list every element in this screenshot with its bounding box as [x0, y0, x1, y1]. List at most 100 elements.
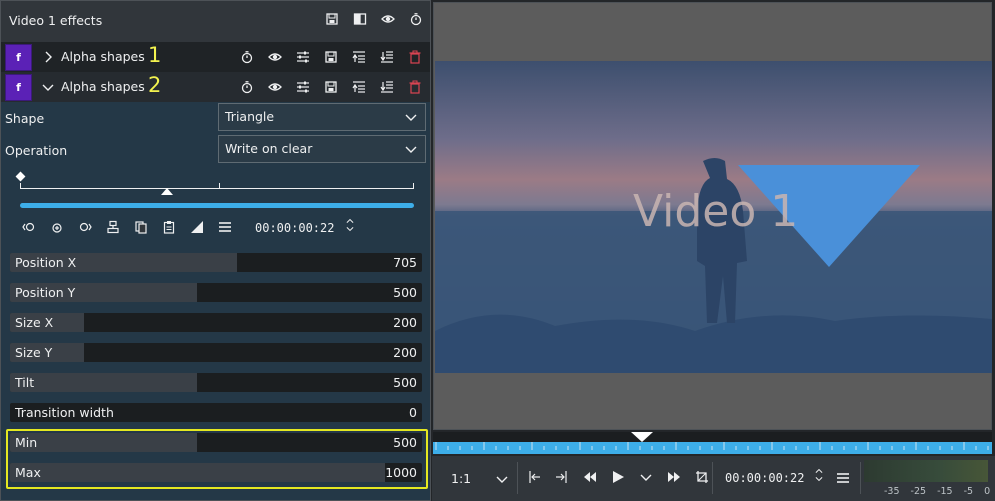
menu-icon[interactable] [835, 470, 851, 486]
timer-icon[interactable] [239, 49, 255, 65]
timer-icon[interactable] [239, 79, 255, 95]
chevron-down-icon [403, 141, 419, 157]
shape-value: Triangle [225, 109, 275, 124]
collapse-icon[interactable] [351, 79, 367, 95]
keyframe-marker[interactable] [15, 171, 26, 182]
monitor-timecode[interactable]: 00:00:00:22 [725, 471, 804, 485]
move-down-icon[interactable] [379, 49, 395, 65]
playhead-marker[interactable] [631, 432, 653, 442]
audio-tick: -35 [884, 486, 900, 497]
sliders-icon[interactable] [295, 79, 311, 95]
effect-item-alpha-shapes-1[interactable]: f Alpha shapes 1 [1, 42, 430, 72]
separator [712, 462, 713, 494]
prev-keyframe-icon[interactable] [21, 219, 37, 235]
chevron-right-icon[interactable] [40, 49, 56, 65]
transport-controls [526, 469, 710, 485]
annotation-number: 1 [148, 43, 162, 67]
eye-icon[interactable] [267, 79, 283, 95]
overlay-text: Video 1 [633, 186, 798, 237]
param-value[interactable]: 705 [393, 255, 417, 270]
chevron-down-icon[interactable] [40, 79, 56, 95]
effects-title: Video 1 effects [9, 13, 103, 28]
sliders-icon[interactable] [295, 49, 311, 65]
interpolation-icon[interactable] [189, 219, 205, 235]
param-position-y[interactable]: Position Y 500 [10, 283, 422, 302]
effects-panel: Video 1 effects f Alpha shapes 1 f Alpha… [0, 0, 431, 501]
forward-icon[interactable] [666, 469, 682, 485]
monitor-view: Video 1 [433, 2, 992, 430]
eye-icon[interactable] [380, 11, 396, 27]
param-value[interactable]: 500 [393, 285, 417, 300]
save-icon[interactable] [324, 11, 340, 27]
annotation-number: 2 [148, 73, 162, 97]
effect-badge: f [5, 74, 32, 101]
next-keyframe-icon[interactable] [77, 219, 93, 235]
timeline-tick [413, 183, 414, 189]
keyframe-range-bar[interactable] [20, 203, 414, 208]
audio-level-bar [864, 460, 988, 482]
timeline-tick [20, 183, 21, 189]
audio-tick: -25 [910, 486, 927, 497]
audio-tick: 0 [984, 486, 991, 497]
separator [517, 462, 518, 494]
keyframe-playhead[interactable] [161, 188, 173, 195]
audio-tick: -5 [963, 486, 974, 497]
keyframe-timeline[interactable] [20, 188, 414, 189]
effect-badge: f [5, 44, 32, 71]
param-label: Position Y [15, 285, 76, 300]
set-zone-in-icon[interactable] [526, 469, 542, 485]
chevron-down-icon [403, 109, 419, 125]
audio-tick: -15 [937, 486, 953, 497]
param-label: Position X [15, 255, 77, 270]
param-size-x[interactable]: Size X 200 [10, 313, 422, 332]
copy-icon[interactable] [133, 219, 149, 235]
effects-header: Video 1 effects [1, 1, 430, 41]
timer-icon[interactable] [408, 11, 424, 27]
video-preview[interactable]: Video 1 [435, 61, 992, 373]
add-keyframe-icon[interactable] [49, 219, 65, 235]
delete-icon[interactable] [407, 49, 423, 65]
param-transition-width[interactable]: Transition width 0 [10, 403, 422, 422]
monitor-controls: 1:1 00:00:00:22 -35 -25 -15 -5 0 [432, 456, 995, 501]
shape-select[interactable]: Triangle [218, 103, 426, 131]
param-value[interactable]: 200 [393, 345, 417, 360]
collapse-icon[interactable] [351, 49, 367, 65]
clip-monitor: Video 1 1:1 00:00:00:22 -35 -25 -15 -5 0 [432, 0, 995, 501]
param-label: Tilt [15, 375, 35, 390]
effect-params: Shape Triangle Operation Write on clear [1, 102, 430, 500]
effect-name: Alpha shapes [61, 79, 145, 94]
param-value[interactable]: 200 [393, 315, 417, 330]
save-icon[interactable] [323, 49, 339, 65]
eye-icon[interactable] [267, 49, 283, 65]
play-icon[interactable] [610, 469, 626, 485]
chevron-down-icon[interactable] [638, 469, 654, 485]
operation-select[interactable]: Write on clear [218, 135, 426, 163]
spin-arrows-icon[interactable] [811, 467, 827, 483]
paste-icon[interactable] [161, 219, 177, 235]
set-zone-out-icon[interactable] [554, 469, 570, 485]
zoom-select[interactable]: 1:1 [451, 471, 471, 486]
effect-item-alpha-shapes-2[interactable]: f Alpha shapes 2 [1, 72, 430, 102]
chevron-down-icon[interactable] [494, 471, 510, 487]
menu-icon[interactable] [217, 219, 233, 235]
param-size-y[interactable]: Size Y 200 [10, 343, 422, 362]
param-position-x[interactable]: Position X 705 [10, 253, 422, 272]
param-label: Size Y [15, 345, 53, 360]
spin-arrows-icon[interactable] [342, 217, 358, 233]
keyframe-timecode[interactable]: 00:00:00:22 [255, 221, 334, 235]
monitor-ruler[interactable] [433, 432, 992, 454]
delete-icon[interactable] [407, 79, 423, 95]
align-icon[interactable] [105, 219, 121, 235]
rewind-icon[interactable] [582, 469, 598, 485]
ruler-band [433, 442, 992, 454]
param-value[interactable]: 0 [409, 405, 417, 420]
save-icon[interactable] [323, 79, 339, 95]
compare-icon[interactable] [352, 11, 368, 27]
crop-icon[interactable] [694, 469, 710, 485]
param-tilt[interactable]: Tilt 500 [10, 373, 422, 392]
param-label: Size X [15, 315, 54, 330]
param-value[interactable]: 500 [393, 375, 417, 390]
move-down-icon[interactable] [379, 79, 395, 95]
audio-meter: -35 -25 -15 -5 0 [864, 460, 991, 497]
video-frame: Video 1 [435, 61, 992, 373]
